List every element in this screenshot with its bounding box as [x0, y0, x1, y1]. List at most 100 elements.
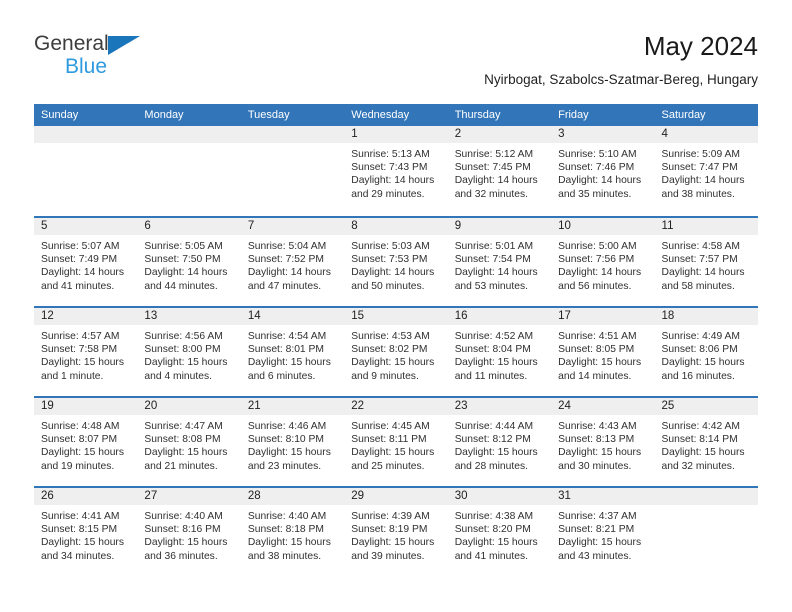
daylight-text-line1: Daylight: 15 hours: [661, 447, 745, 459]
day-number: 18: [661, 310, 675, 322]
sunset-text: Sunset: 8:06 PM: [661, 344, 738, 356]
weekday-header-friday: Friday: [558, 109, 589, 121]
calendar-day-cell[interactable]: 6 Sunrise: 5:05 AM Sunset: 7:50 PM Daylight…: [137, 218, 241, 306]
day-details: [241, 143, 344, 148]
sunrise-text: Sunrise: 4:49 AM: [661, 331, 740, 342]
day-number-band: [240, 126, 345, 143]
daylight-text-line1: Daylight: 15 hours: [558, 537, 642, 549]
calendar-day-cell[interactable]: 25 Sunrise: 4:42 AM Sunset: 8:14 PM Dayligh…: [654, 398, 758, 486]
calendar-day-cell[interactable]: 4 Sunrise: 5:09 AM Sunset: 7:47 PM Daylight…: [654, 126, 758, 216]
calendar-day-cell[interactable]: 15 Sunrise: 4:53 AM Sunset: 8:02 PM Dayligh…: [344, 308, 448, 396]
day-details: Sunrise: 4:39 AM Sunset: 8:19 PM Daylight:…: [344, 505, 447, 563]
daylight-text-line1: Daylight: 14 hours: [558, 175, 642, 187]
calendar-day-cell[interactable]: 23 Sunrise: 4:44 AM Sunset: 8:12 PM Dayligh…: [447, 398, 552, 486]
calendar-day-cell[interactable]: 2 Sunrise: 5:12 AM Sunset: 7:45 PM Daylight…: [447, 126, 552, 216]
day-number: 14: [247, 310, 261, 322]
weekday-header-sunday: Sunday: [41, 109, 79, 121]
sunset-text: Sunset: 8:20 PM: [454, 524, 531, 536]
day-number: 31: [558, 490, 571, 502]
calendar-day-cell[interactable]: 31 Sunrise: 4:37 AM Sunset: 8:21 PM Dayligh…: [551, 488, 655, 576]
day-details: Sunrise: 4:53 AM Sunset: 8:02 PM Daylight:…: [344, 325, 447, 383]
weekday-header-wednesday: Wednesday: [351, 109, 410, 121]
day-number-band: 7: [240, 218, 345, 235]
calendar-day-cell[interactable]: 18 Sunrise: 4:49 AM Sunset: 8:06 PM Dayligh…: [654, 308, 758, 396]
page-subtitle: Nyirbogat, Szabolcs-Szatmar-Bereg, Hunga…: [484, 72, 758, 87]
day-number: 11: [661, 220, 674, 232]
daylight-text-line2: and 14 minutes.: [558, 370, 632, 382]
sunset-text: Sunset: 7:58 PM: [41, 344, 118, 356]
calendar-day-cell[interactable]: 17 Sunrise: 4:51 AM Sunset: 8:05 PM Dayligh…: [551, 308, 655, 396]
day-number-band: 24: [551, 398, 655, 415]
calendar-day-cell[interactable]: 8 Sunrise: 5:03 AM Sunset: 7:53 PM Daylight…: [344, 218, 448, 306]
day-number: 3: [558, 128, 565, 140]
day-details: Sunrise: 4:52 AM Sunset: 8:04 PM Daylight:…: [448, 325, 551, 383]
sunrise-text: Sunrise: 4:40 AM: [144, 511, 223, 522]
day-number: 28: [247, 490, 261, 502]
daylight-text-line1: Daylight: 15 hours: [247, 537, 331, 549]
day-details: Sunrise: 5:04 AM Sunset: 7:52 PM Daylight:…: [241, 235, 344, 293]
daylight-text-line1: Daylight: 15 hours: [144, 447, 228, 459]
calendar-day-cell[interactable]: 10 Sunrise: 5:00 AM Sunset: 7:56 PM Dayligh…: [551, 218, 655, 306]
day-number-band: 27: [137, 488, 241, 505]
daylight-text-line2: and 38 minutes.: [247, 550, 322, 562]
sunset-text: Sunset: 8:10 PM: [247, 434, 324, 446]
calendar-day-cell[interactable]: 13 Sunrise: 4:56 AM Sunset: 8:00 PM Dayligh…: [137, 308, 241, 396]
day-number: 30: [454, 490, 468, 502]
calendar-day-cell[interactable]: 9 Sunrise: 5:01 AM Sunset: 7:54 PM Daylight…: [447, 218, 552, 306]
sunrise-text: Sunrise: 4:40 AM: [247, 511, 327, 522]
daylight-text-line2: and 36 minutes.: [144, 550, 218, 562]
calendar-day-cell[interactable]: 20 Sunrise: 4:47 AM Sunset: 8:08 PM Dayligh…: [137, 398, 241, 486]
sunset-text: Sunset: 8:18 PM: [247, 524, 324, 536]
calendar-day-cell[interactable]: 21 Sunrise: 4:46 AM Sunset: 8:10 PM Dayligh…: [240, 398, 345, 486]
daylight-text-line2: and 1 minute.: [41, 370, 104, 382]
day-details: Sunrise: 4:41 AM Sunset: 8:15 PM Daylight:…: [34, 505, 137, 563]
calendar-day-cell[interactable]: 29 Sunrise: 4:39 AM Sunset: 8:19 PM Dayligh…: [344, 488, 448, 576]
calendar-day-cell[interactable]: 19 Sunrise: 4:48 AM Sunset: 8:07 PM Dayligh…: [34, 398, 138, 486]
calendar-day-cell[interactable]: 1 Sunrise: 5:13 AM Sunset: 7:43 PM Daylight…: [344, 126, 448, 216]
daylight-text-line1: Daylight: 14 hours: [247, 267, 331, 279]
calendar-day-cell[interactable]: 3 Sunrise: 5:10 AM Sunset: 7:46 PM Daylight…: [551, 126, 655, 216]
calendar-day-cell[interactable]: 12 Sunrise: 4:57 AM Sunset: 7:58 PM Dayligh…: [34, 308, 138, 396]
day-number-band: [654, 488, 758, 505]
day-number-band: 28: [240, 488, 345, 505]
day-details: Sunrise: 4:43 AM Sunset: 8:13 PM Daylight:…: [551, 415, 654, 473]
daylight-text-line1: Daylight: 15 hours: [41, 537, 124, 549]
day-details: Sunrise: 5:09 AM Sunset: 7:47 PM Daylight:…: [655, 143, 758, 201]
sunset-text: Sunset: 7:43 PM: [351, 162, 428, 174]
calendar-day-cell[interactable]: 5 Sunrise: 5:07 AM Sunset: 7:49 PM Daylight…: [34, 218, 138, 306]
calendar-day-cell[interactable]: 22 Sunrise: 4:45 AM Sunset: 8:11 PM Dayligh…: [344, 398, 448, 486]
sunrise-text: Sunrise: 4:56 AM: [144, 331, 223, 342]
sunset-text: Sunset: 7:57 PM: [661, 254, 738, 266]
calendar-day-cell-empty: [240, 126, 345, 216]
calendar-day-cell[interactable]: 27 Sunrise: 4:40 AM Sunset: 8:16 PM Dayligh…: [137, 488, 241, 576]
daylight-text-line1: Daylight: 15 hours: [41, 357, 124, 369]
sunset-text: Sunset: 7:50 PM: [144, 254, 221, 266]
day-details: Sunrise: 4:48 AM Sunset: 8:07 PM Daylight:…: [34, 415, 137, 473]
calendar-week-row: 1 Sunrise: 5:13 AM Sunset: 7:43 PM Daylight…: [34, 126, 758, 216]
daylight-text-line2: and 21 minutes.: [144, 460, 218, 472]
calendar-day-cell[interactable]: 11 Sunrise: 4:58 AM Sunset: 7:57 PM Dayligh…: [654, 218, 758, 306]
day-details: Sunrise: 4:42 AM Sunset: 8:14 PM Daylight:…: [655, 415, 758, 473]
day-number-band: 25: [654, 398, 758, 415]
calendar-day-cell[interactable]: 28 Sunrise: 4:40 AM Sunset: 8:18 PM Dayligh…: [240, 488, 345, 576]
calendar-day-cell[interactable]: 14 Sunrise: 4:54 AM Sunset: 8:01 PM Dayligh…: [240, 308, 345, 396]
calendar-day-cell[interactable]: 30 Sunrise: 4:38 AM Sunset: 8:20 PM Dayligh…: [447, 488, 552, 576]
daylight-text-line2: and 50 minutes.: [351, 280, 425, 292]
calendar-day-cell[interactable]: 16 Sunrise: 4:52 AM Sunset: 8:04 PM Dayligh…: [447, 308, 552, 396]
weekday-header-monday: Monday: [144, 109, 184, 121]
calendar-weeks: 1 Sunrise: 5:13 AM Sunset: 7:43 PM Daylight…: [34, 126, 758, 576]
daylight-text-line1: Daylight: 15 hours: [144, 537, 228, 549]
daylight-text-line1: Daylight: 15 hours: [247, 447, 331, 459]
calendar-day-cell[interactable]: 24 Sunrise: 4:43 AM Sunset: 8:13 PM Dayligh…: [551, 398, 655, 486]
day-number: 2: [454, 128, 462, 140]
sunset-text: Sunset: 8:01 PM: [247, 344, 324, 356]
daylight-text-line2: and 29 minutes.: [351, 188, 425, 200]
day-number: 16: [454, 310, 468, 322]
sunset-text: Sunset: 8:04 PM: [454, 344, 531, 356]
sunset-text: Sunset: 7:53 PM: [351, 254, 428, 266]
calendar-day-cell[interactable]: 26 Sunrise: 4:41 AM Sunset: 8:15 PM Dayligh…: [34, 488, 138, 576]
sunrise-text: Sunrise: 4:54 AM: [247, 331, 327, 342]
logo-general-blue[interactable]: General Blue: [34, 32, 264, 84]
sunrise-text: Sunrise: 5:04 AM: [247, 241, 327, 252]
calendar-day-cell[interactable]: 7 Sunrise: 5:04 AM Sunset: 7:52 PM Daylight…: [240, 218, 345, 306]
